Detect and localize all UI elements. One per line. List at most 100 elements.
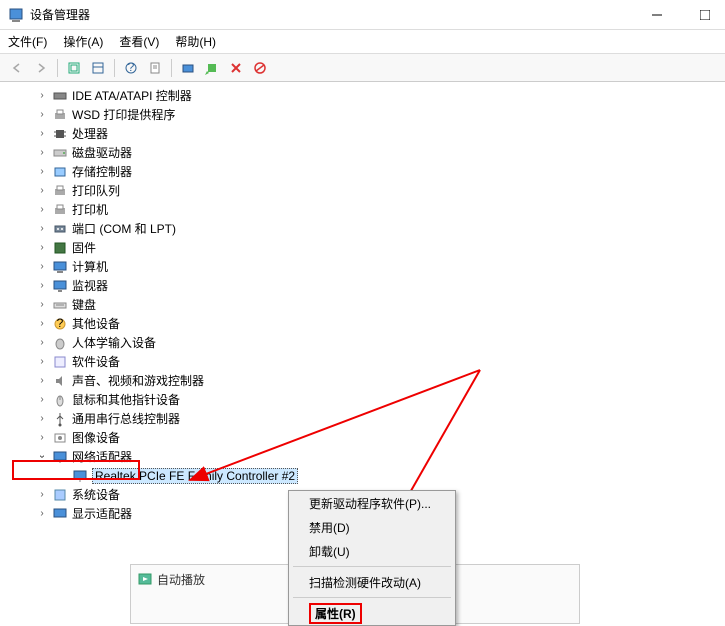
ide-icon bbox=[52, 88, 68, 104]
tree-item-label: 声音、视频和游戏控制器 bbox=[72, 372, 204, 389]
expand-icon[interactable]: › bbox=[36, 204, 48, 215]
minimize-button[interactable] bbox=[645, 3, 669, 27]
tree-item[interactable]: › 计算机 bbox=[0, 257, 725, 276]
window-title: 设备管理器 bbox=[30, 6, 645, 23]
expand-icon[interactable]: › bbox=[36, 375, 48, 386]
expand-icon[interactable]: › bbox=[36, 280, 48, 291]
tree-item[interactable]: › 监视器 bbox=[0, 276, 725, 295]
tree-item[interactable]: › 存储控制器 bbox=[0, 162, 725, 181]
tree-item[interactable]: › WSD 打印提供程序 bbox=[0, 105, 725, 124]
tree-item[interactable]: › 声音、视频和游戏控制器 bbox=[0, 371, 725, 390]
toolbar-separator bbox=[114, 59, 115, 77]
up-button[interactable] bbox=[63, 57, 85, 79]
expand-icon[interactable]: › bbox=[36, 109, 48, 120]
tree-item[interactable]: › 打印机 bbox=[0, 200, 725, 219]
tree-item[interactable]: › 人体学输入设备 bbox=[0, 333, 725, 352]
tree-item-label: 处理器 bbox=[72, 125, 108, 142]
tree-item[interactable]: › 打印队列 bbox=[0, 181, 725, 200]
collapse-icon[interactable]: › bbox=[37, 451, 48, 463]
expand-icon[interactable]: › bbox=[36, 489, 48, 500]
forward-button[interactable] bbox=[30, 57, 52, 79]
network-icon bbox=[52, 449, 68, 465]
mouse-icon bbox=[52, 392, 68, 408]
tree-item-label: 存储控制器 bbox=[72, 163, 132, 180]
expand-icon[interactable]: › bbox=[36, 242, 48, 253]
expand-icon[interactable]: › bbox=[36, 318, 48, 329]
context-update-driver[interactable]: 更新驱动程序软件(P)... bbox=[289, 491, 455, 515]
properties-button[interactable] bbox=[144, 57, 166, 79]
scan-button[interactable] bbox=[177, 57, 199, 79]
expand-icon[interactable]: › bbox=[36, 90, 48, 101]
expand-icon[interactable]: › bbox=[36, 166, 48, 177]
menubar: 文件(F) 操作(A) 查看(V) 帮助(H) bbox=[0, 30, 725, 54]
other-icon: ? bbox=[52, 316, 68, 332]
software-icon bbox=[52, 354, 68, 370]
tree-item[interactable]: › 端口 (COM 和 LPT) bbox=[0, 219, 725, 238]
tree-item-network-adapter[interactable]: › 网络适配器 bbox=[0, 447, 725, 466]
tree-item-label: 打印机 bbox=[72, 201, 108, 218]
expand-icon[interactable]: › bbox=[36, 261, 48, 272]
expand-icon[interactable]: › bbox=[36, 147, 48, 158]
view-button[interactable] bbox=[87, 57, 109, 79]
maximize-button[interactable] bbox=[693, 3, 717, 27]
expand-icon[interactable]: › bbox=[36, 413, 48, 424]
tree-item-label: 图像设备 bbox=[72, 429, 120, 446]
tree-item[interactable]: › 软件设备 bbox=[0, 352, 725, 371]
context-properties[interactable]: 属性(R) bbox=[289, 601, 455, 625]
tree-item-label: 鼠标和其他指针设备 bbox=[72, 391, 180, 408]
tree-item-label: 通用串行总线控制器 bbox=[72, 410, 180, 427]
firmware-icon bbox=[52, 240, 68, 256]
tree-item[interactable]: › 键盘 bbox=[0, 295, 725, 314]
tree-item[interactable]: › 图像设备 bbox=[0, 428, 725, 447]
cpu-icon bbox=[52, 126, 68, 142]
network-icon bbox=[72, 468, 88, 484]
expand-icon[interactable]: › bbox=[36, 128, 48, 139]
tree-item-label: 固件 bbox=[72, 239, 96, 256]
image-icon bbox=[52, 430, 68, 446]
tree-item-label: 人体学输入设备 bbox=[72, 334, 156, 351]
menu-action[interactable]: 操作(A) bbox=[63, 33, 103, 50]
tree-item[interactable]: › 处理器 bbox=[0, 124, 725, 143]
expand-icon[interactable]: › bbox=[36, 299, 48, 310]
expand-icon[interactable]: › bbox=[36, 432, 48, 443]
expand-icon[interactable]: › bbox=[36, 185, 48, 196]
tree-item-label: 软件设备 bbox=[72, 353, 120, 370]
tree-item[interactable]: › 固件 bbox=[0, 238, 725, 257]
tree-item[interactable]: › IDE ATA/ATAPI 控制器 bbox=[0, 86, 725, 105]
add-button[interactable] bbox=[201, 57, 223, 79]
tree-item-realtek-adapter[interactable]: Realtek PCIe FE Family Controller #2 bbox=[0, 466, 725, 485]
expand-icon[interactable]: › bbox=[36, 508, 48, 519]
port-icon bbox=[52, 221, 68, 237]
tree-item-label: 计算机 bbox=[72, 258, 108, 275]
expand-icon[interactable]: › bbox=[36, 223, 48, 234]
toolbar-separator bbox=[57, 59, 58, 77]
usb-icon bbox=[52, 411, 68, 427]
expand-icon[interactable]: › bbox=[36, 394, 48, 405]
help-button[interactable]: ? bbox=[120, 57, 142, 79]
context-scan[interactable]: 扫描检测硬件改动(A) bbox=[289, 570, 455, 594]
tree-item-label: 监视器 bbox=[72, 277, 108, 294]
tree-item[interactable]: › ? 其他设备 bbox=[0, 314, 725, 333]
context-disable[interactable]: 禁用(D) bbox=[289, 515, 455, 539]
tree-item-label: 磁盘驱动器 bbox=[72, 144, 132, 161]
back-button[interactable] bbox=[6, 57, 28, 79]
tree-item[interactable]: › 磁盘驱动器 bbox=[0, 143, 725, 162]
monitor-icon bbox=[52, 278, 68, 294]
tree-item[interactable]: › 鼠标和其他指针设备 bbox=[0, 390, 725, 409]
context-uninstall[interactable]: 卸载(U) bbox=[289, 539, 455, 563]
autoplay-label: 自动播放 bbox=[157, 571, 205, 588]
menu-view[interactable]: 查看(V) bbox=[119, 33, 159, 50]
menu-help[interactable]: 帮助(H) bbox=[175, 33, 216, 50]
disk-icon bbox=[52, 145, 68, 161]
svg-text:?: ? bbox=[128, 61, 135, 74]
printer-icon bbox=[52, 107, 68, 123]
expand-icon[interactable]: › bbox=[36, 356, 48, 367]
tree-item-label: 键盘 bbox=[72, 296, 96, 313]
menu-file[interactable]: 文件(F) bbox=[8, 33, 47, 50]
keyboard-icon bbox=[52, 297, 68, 313]
tree-item[interactable]: › 通用串行总线控制器 bbox=[0, 409, 725, 428]
computer-icon bbox=[52, 259, 68, 275]
enable-button[interactable] bbox=[249, 57, 271, 79]
remove-button[interactable] bbox=[225, 57, 247, 79]
expand-icon[interactable]: › bbox=[36, 337, 48, 348]
